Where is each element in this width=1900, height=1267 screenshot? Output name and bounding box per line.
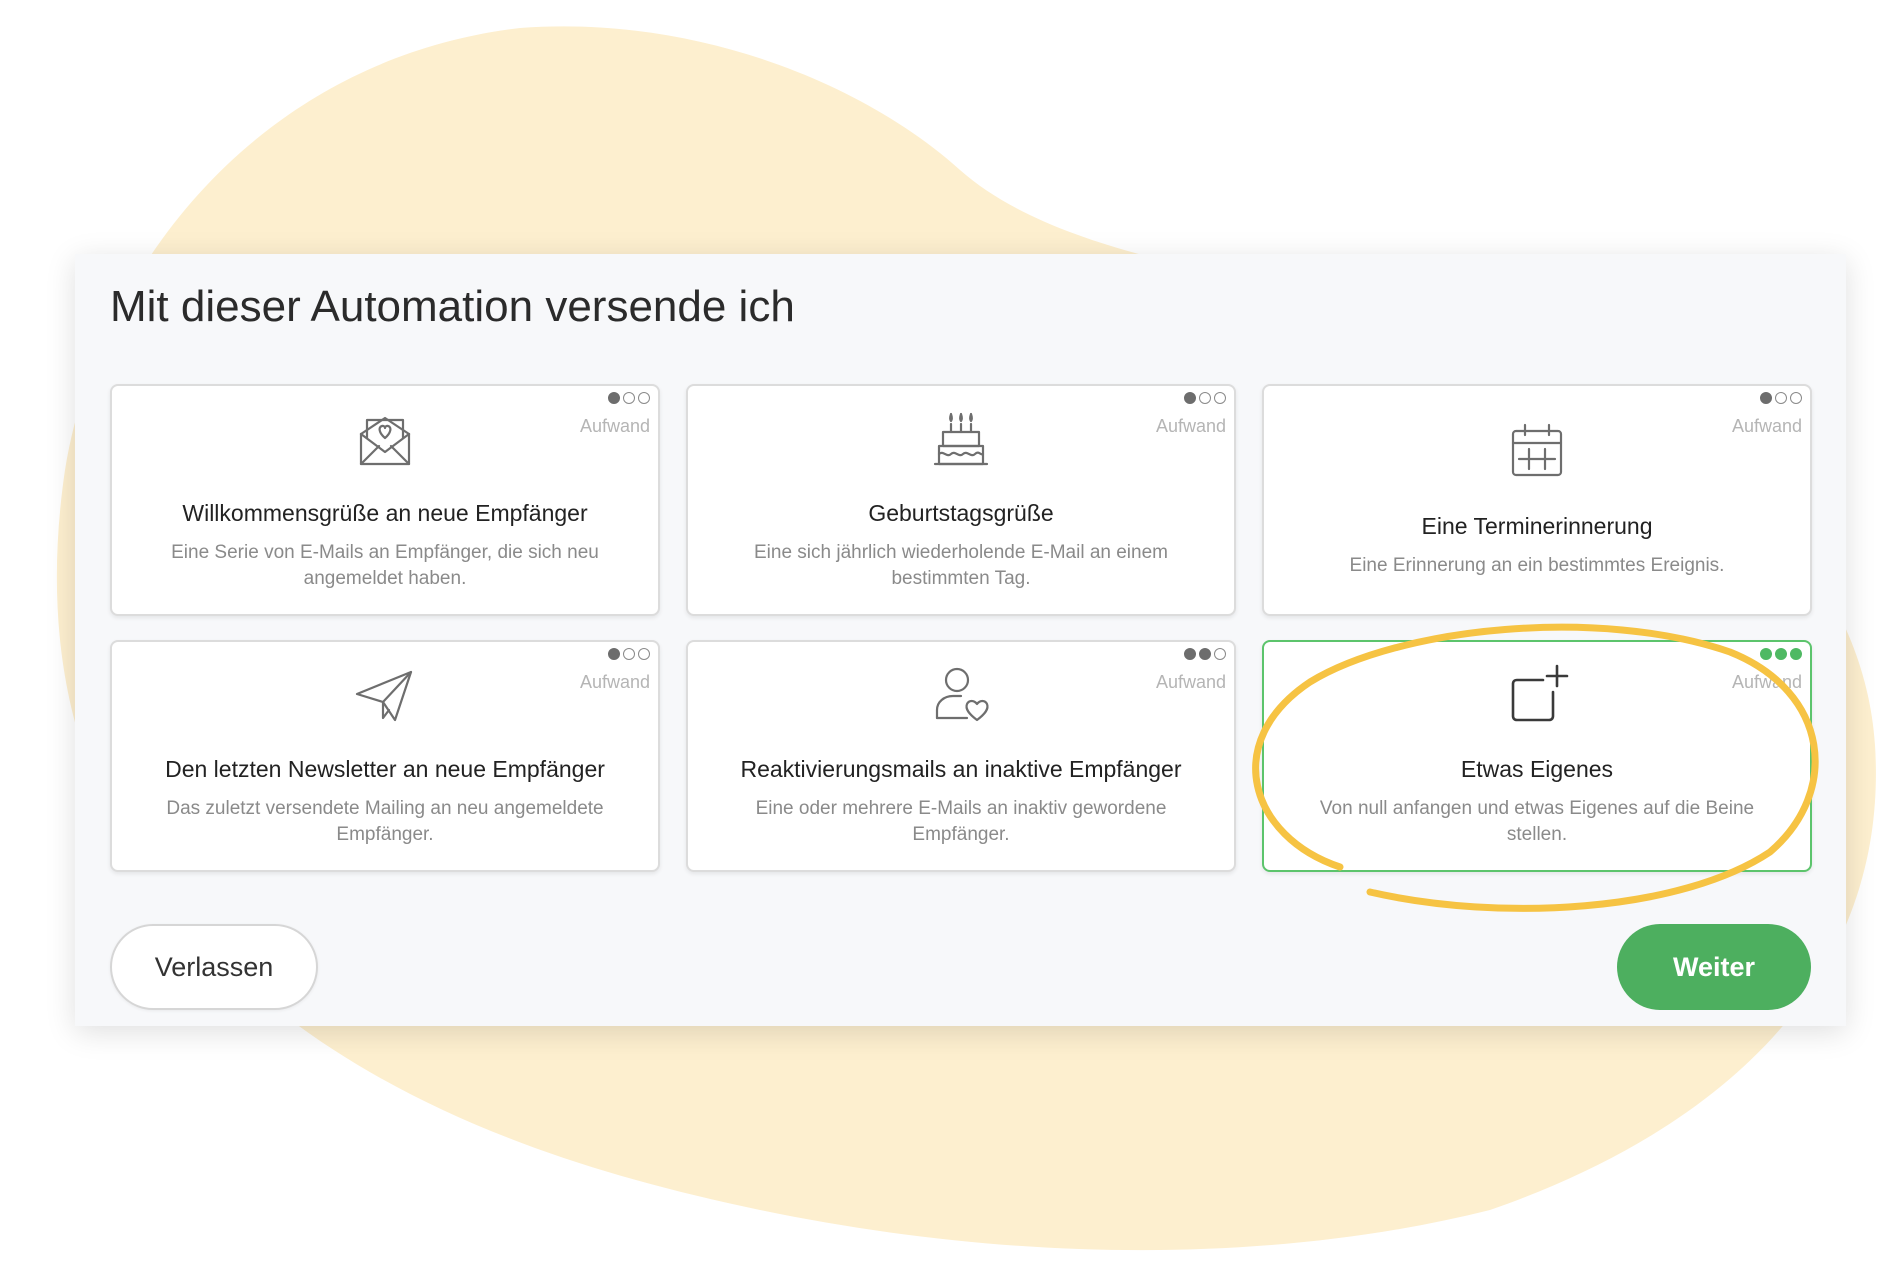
- card-description: Eine oder mehrere E-Mails an inaktiv gew…: [755, 798, 1167, 845]
- effort-dot: [1760, 392, 1772, 404]
- effort-dot: [1775, 392, 1787, 404]
- effort-label: Aufwand: [579, 672, 650, 692]
- option-card-appointment[interactable]: Aufwand Eine Terminerinnerung Eine Erinn…: [1262, 384, 1812, 616]
- leave-button[interactable]: Verlassen: [110, 924, 318, 1010]
- effort-dot: [1760, 648, 1772, 660]
- user-heart-icon: [929, 662, 993, 726]
- effort-label: Aufwand: [1731, 416, 1802, 436]
- effort-indicator: [1760, 392, 1802, 404]
- effort-indicator: [608, 648, 650, 660]
- effort-label: Aufwand: [1155, 416, 1226, 436]
- effort-label: Aufwand: [1155, 672, 1226, 692]
- effort-dot: [1214, 648, 1226, 660]
- effort-dot: [1199, 648, 1211, 660]
- effort-dot: [1199, 392, 1211, 404]
- effort-dot: [623, 648, 635, 660]
- effort-dot: [1790, 392, 1802, 404]
- next-button[interactable]: Weiter: [1617, 924, 1811, 1010]
- dialog-title: Mit dieser Automation versende ich: [110, 282, 795, 331]
- card-title: Geburtstagsgrüße: [868, 500, 1054, 526]
- calendar-icon: [1505, 419, 1569, 483]
- effort-dot: [623, 392, 635, 404]
- effort-dot: [638, 648, 650, 660]
- option-card-birthday[interactable]: Aufwand Geburtstagsgrüße Eine sich jährl…: [686, 384, 1236, 616]
- paper-plane-icon: [353, 662, 417, 726]
- card-description: Von null anfangen und etwas Eigenes auf …: [1319, 798, 1755, 845]
- effort-label: Aufwand: [579, 416, 650, 436]
- card-title: Eine Terminerinnerung: [1421, 513, 1653, 539]
- card-description: Das zuletzt versendete Mailing an neu an…: [166, 798, 604, 845]
- effort-label: Aufwand: [1731, 672, 1802, 692]
- birthday-cake-icon: [929, 406, 993, 470]
- effort-indicator: [608, 392, 650, 404]
- automation-dialog: Mit dieser Automation versende ich Aufwa…: [75, 254, 1846, 1026]
- option-card-reactivation[interactable]: Aufwand Reaktivierungsmails an inaktive …: [686, 640, 1236, 872]
- card-description: Eine sich jährlich wiederholende E-Mail …: [754, 542, 1168, 589]
- automation-options-grid: Aufwand Willkommensgrüße an neue Empfäng…: [110, 384, 1812, 872]
- card-description: Eine Serie von E-Mails an Empfänger, die…: [171, 542, 599, 589]
- card-title: Willkommensgrüße an neue Empfänger: [182, 500, 588, 526]
- effort-dot: [638, 392, 650, 404]
- effort-dot: [608, 648, 620, 660]
- effort-dot: [1184, 392, 1196, 404]
- card-description: Eine Erinnerung an ein bestimmtes Ereign…: [1349, 555, 1725, 576]
- option-card-custom[interactable]: Aufwand Etwas Eigenes Von null anfangen …: [1262, 640, 1812, 872]
- card-title: Den letzten Newsletter an neue Empfänger: [165, 756, 605, 782]
- card-title: Etwas Eigenes: [1460, 756, 1614, 782]
- effort-dot: [1184, 648, 1196, 660]
- effort-dot: [1790, 648, 1802, 660]
- envelope-heart-icon: [353, 406, 417, 470]
- option-card-welcome[interactable]: Aufwand Willkommensgrüße an neue Empfäng…: [110, 384, 660, 616]
- option-card-newsletter[interactable]: Aufwand Den letzten Newsletter an neue E…: [110, 640, 660, 872]
- effort-dot: [608, 392, 620, 404]
- effort-dot: [1214, 392, 1226, 404]
- effort-indicator: [1184, 392, 1226, 404]
- square-plus-icon: [1505, 662, 1569, 726]
- effort-dot: [1775, 648, 1787, 660]
- card-title: Reaktivierungsmails an inaktive Empfänge…: [740, 756, 1182, 782]
- effort-indicator: [1184, 648, 1226, 660]
- effort-indicator: [1760, 648, 1802, 660]
